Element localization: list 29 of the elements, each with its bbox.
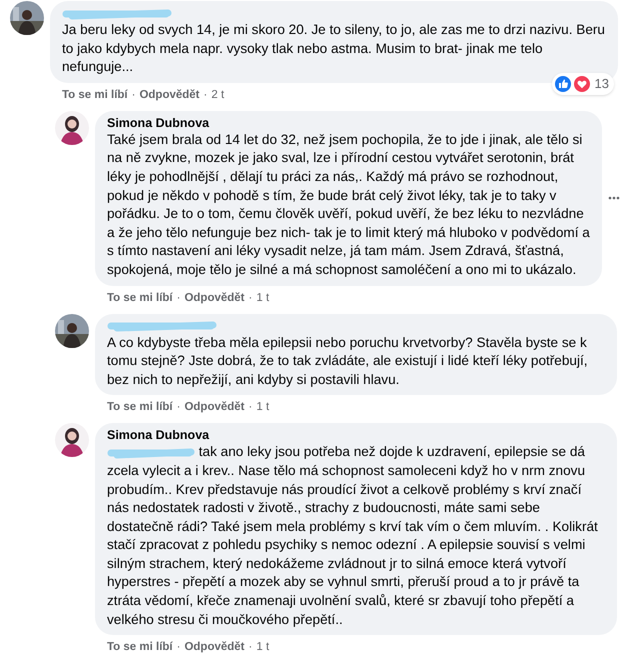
comment-text: A co kdybyste třeba měla epilepsii nebo poruchu krvetvorby? Stavěla byste se k tomu stejně? Jste dobrá, že to tak zvládáte, ale existují i lidé kteří léky potřebují, bez nich to nepřežijí, ani kdyby si postavili hlavu. <box>107 334 589 389</box>
like-icon <box>554 76 571 92</box>
like-link[interactable]: To se mi líbí <box>107 399 173 416</box>
reactions-badge[interactable]: 13 <box>552 73 614 95</box>
separator: · <box>248 400 252 416</box>
separator: · <box>204 88 208 103</box>
like-link[interactable]: To se mi líbí <box>62 86 128 103</box>
timestamp[interactable]: 1 t <box>256 290 270 306</box>
timestamp[interactable]: 1 t <box>256 399 270 416</box>
author-name[interactable]: Simona Dubnova <box>107 428 605 444</box>
comment-text: tak ano leky jsou potřeba než dojde k uzdravení, epilepsie se dá zcela vylecit a i krev.. Nase tělo má schopnost samoleceni když ho v nrm znovu probudím.. Krev představuje nás proudící život a celkově problémy s krví značí nás nedostatek radosti v životě., strachy z budoucnosti, máte sami sebe dostatečně rádi? Také jsem mela problémy s krví tak vím o čem mluvím. . Kolikrát stačí zpracovat z pohledu psychiky s nemoc odezní . A epilepsie souvisí s velmi silným strachem, který nedokážeme zvládnout jr to silná emoce která vytvoří hyperstres - přepětí a mozek aby se vyhnul smrti, přeruší proud a to jr právě ta ztráta vědomí, křeče znamenaji uvolnění svalů, které sr zbavují toho přepětí a velkého stresu či moučkového přepětí.. <box>107 444 598 627</box>
like-link[interactable]: To se mi líbí <box>107 290 173 306</box>
separator: · <box>176 400 180 416</box>
more-icon[interactable] <box>608 196 620 200</box>
reply-link[interactable]: Odpovědět <box>184 399 245 416</box>
like-link[interactable]: To se mi líbí <box>107 639 173 654</box>
timestamp[interactable]: 2 t <box>211 86 224 103</box>
comment-text: Také jsem brala od 14 let do 32, než jsem pochopila, že to jde i jinak, ale tělo si na ně zvykne, mozek je jako sval, lze i přírodní cestou vytvářet serotonin, brát léky je pohodlnější , dělají tu práci za nás,. Každý má právo se rozhodnout, pokud je někdo v pohodě s tím, že bude brát celý život léky, tak je to taky v pořádku. Je to o tom, čemu člověk uvěří, pokud uvěří, že bez léku to nezvládne a že jeho tělo nefunguje bez nich- tak je to limit který má hluboko v podvědomí a s tímto nastavení ani léky vysadit nelze, já tam mám. Jsem Zdravá, šťastná, spokojená, moje tělo je silné a má schopnost samoléčení a ono mi to ukázalo. <box>107 130 590 279</box>
separator: · <box>176 290 180 306</box>
separator: · <box>248 290 252 306</box>
separator: · <box>248 640 252 654</box>
reply-link[interactable]: Odpovědět <box>184 639 245 654</box>
reply-link[interactable]: Odpovědět <box>139 86 200 103</box>
author-name[interactable]: Simona Dubnova <box>107 116 590 131</box>
reaction-count: 13 <box>594 75 610 94</box>
separator: · <box>176 640 180 654</box>
separator: · <box>132 88 136 103</box>
reply-link[interactable]: Odpovědět <box>184 290 245 306</box>
timestamp[interactable]: 1 t <box>256 639 270 654</box>
